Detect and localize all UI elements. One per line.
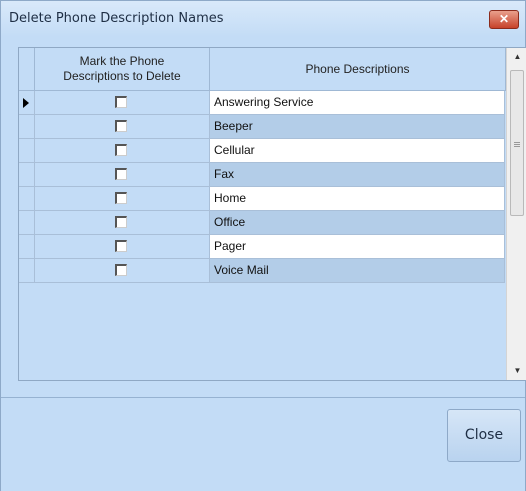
table-row[interactable]: Office	[19, 211, 506, 235]
phone-description-cell[interactable]: Cellular	[210, 139, 505, 163]
mark-delete-checkbox[interactable]	[115, 144, 127, 156]
grip-icon	[514, 142, 520, 143]
phone-description-cell[interactable]: Office	[210, 211, 505, 235]
dialog-window: Delete Phone Description Names ✕ Mark th…	[0, 0, 526, 491]
title-bar: Delete Phone Description Names ✕	[1, 1, 525, 37]
column-header-mark[interactable]: Mark the Phone Descriptions to Delete	[35, 48, 210, 91]
row-header[interactable]	[19, 115, 35, 139]
phone-description-cell[interactable]: Fax	[210, 163, 505, 187]
footer-strip	[1, 466, 525, 491]
mark-delete-checkbox[interactable]	[115, 192, 127, 204]
table-row[interactable]: Cellular	[19, 139, 506, 163]
phone-description-cell[interactable]: Pager	[210, 235, 505, 259]
mark-delete-checkbox[interactable]	[115, 96, 127, 108]
mark-delete-checkbox[interactable]	[115, 240, 127, 252]
table-row[interactable]: Pager	[19, 235, 506, 259]
mark-delete-checkbox[interactable]	[115, 168, 127, 180]
row-header[interactable]	[19, 235, 35, 259]
scroll-down-arrow-icon[interactable]: ▼	[507, 362, 526, 380]
mark-delete-checkbox[interactable]	[115, 216, 127, 228]
scrollbar-thumb[interactable]	[510, 70, 524, 216]
divider	[1, 397, 525, 398]
row-header[interactable]	[19, 139, 35, 163]
table-row[interactable]: Beeper	[19, 115, 506, 139]
phone-description-cell[interactable]: Home	[210, 187, 505, 211]
phone-descriptions-grid: Mark the Phone Descriptions to Delete Ph…	[18, 47, 526, 381]
table-row[interactable]: Voice Mail	[19, 259, 506, 283]
mark-delete-cell	[35, 259, 210, 283]
phone-description-cell[interactable]: Voice Mail	[210, 259, 505, 283]
mark-delete-cell	[35, 91, 210, 115]
mark-delete-cell	[35, 187, 210, 211]
phone-description-cell[interactable]: Answering Service	[210, 91, 505, 115]
close-button[interactable]: Close	[447, 409, 521, 462]
row-header[interactable]	[19, 211, 35, 235]
table-row[interactable]: Home	[19, 187, 506, 211]
window-title: Delete Phone Description Names	[9, 11, 224, 26]
phone-description-cell[interactable]: Beeper	[210, 115, 505, 139]
row-header[interactable]	[19, 163, 35, 187]
mark-delete-checkbox[interactable]	[115, 264, 127, 276]
row-header-corner	[19, 48, 35, 91]
table-row[interactable]: Answering Service	[19, 91, 506, 115]
mark-delete-cell	[35, 211, 210, 235]
row-header[interactable]	[19, 259, 35, 283]
mark-delete-cell	[35, 163, 210, 187]
mark-delete-checkbox[interactable]	[115, 120, 127, 132]
row-header[interactable]	[19, 187, 35, 211]
mark-delete-cell	[35, 235, 210, 259]
vertical-scrollbar[interactable]: ▲ ▼	[506, 48, 526, 380]
mark-delete-cell	[35, 139, 210, 163]
row-header[interactable]	[19, 91, 35, 115]
scroll-up-arrow-icon[interactable]: ▲	[507, 48, 526, 66]
column-header-descriptions[interactable]: Phone Descriptions	[210, 48, 506, 91]
current-row-arrow-icon	[23, 98, 29, 108]
table-row[interactable]: Fax	[19, 163, 506, 187]
window-close-button[interactable]: ✕	[489, 10, 519, 29]
grid-header: Mark the Phone Descriptions to Delete Ph…	[19, 48, 526, 91]
mark-delete-cell	[35, 115, 210, 139]
